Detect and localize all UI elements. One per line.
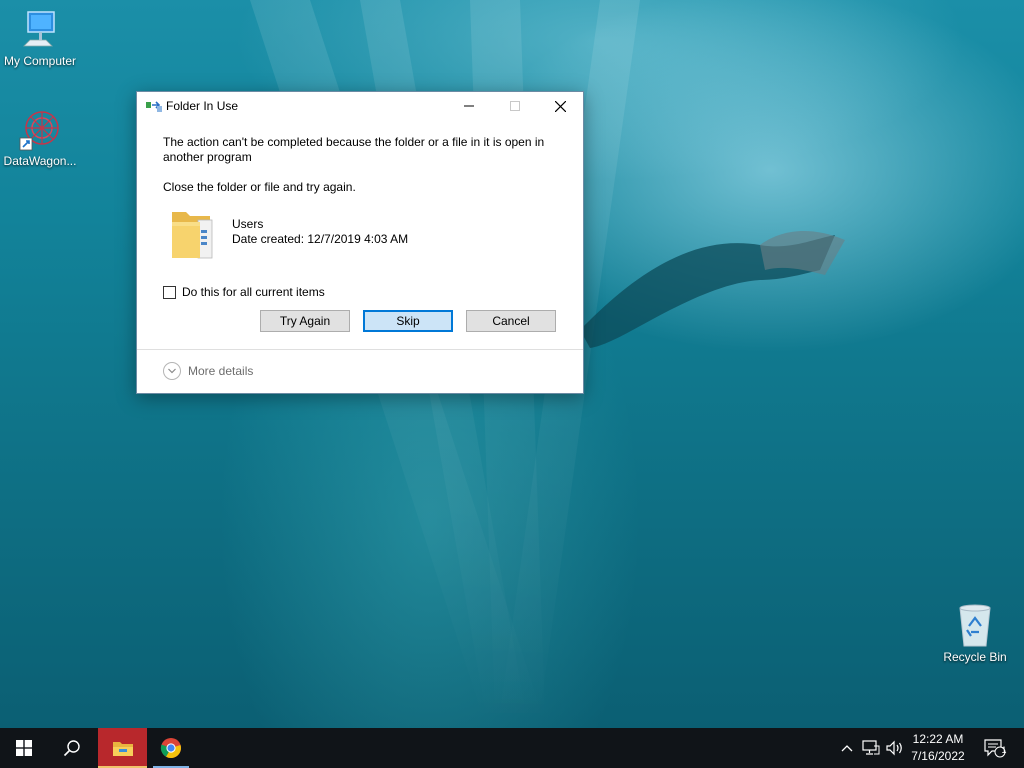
network-button[interactable]: [860, 728, 882, 768]
error-message: The action can't be completed because th…: [163, 135, 545, 164]
dialog-divider: [137, 349, 583, 350]
maximize-button[interactable]: [492, 92, 538, 120]
diver-silhouette: [580, 230, 845, 348]
apply-to-all-checkbox-row[interactable]: Do this for all current items: [163, 285, 325, 299]
recycle-bin-icon: [959, 604, 991, 647]
desktop-icon-recycle-bin[interactable]: Recycle Bin: [935, 602, 1015, 664]
file-explorer-icon: [112, 742, 133, 756]
more-details-toggle[interactable]: More details: [163, 362, 253, 380]
desktop-icon-label: Recycle Bin: [943, 650, 1007, 664]
desktop-icon-label: My Computer: [3, 54, 77, 68]
minimize-icon: [464, 105, 474, 107]
maximize-icon: [510, 101, 520, 111]
monitor-icon: [23, 11, 55, 47]
file-date-created: Date created: 12/7/2019 4:03 AM: [232, 232, 409, 246]
volume-button[interactable]: [884, 728, 906, 768]
datawagon-shortcut-icon: [19, 111, 59, 151]
try-again-button[interactable]: Try Again: [260, 310, 350, 332]
more-details-label: More details: [188, 364, 254, 378]
dialog-title: Folder In Use: [166, 99, 239, 113]
search-button[interactable]: [48, 728, 96, 768]
taskbar-file-explorer[interactable]: [98, 728, 147, 768]
folder-icon: [172, 212, 213, 259]
checkbox-label: Do this for all current items: [182, 285, 325, 299]
close-icon: [554, 100, 566, 112]
cancel-button[interactable]: Cancel: [466, 310, 556, 332]
action-center-button[interactable]: 1: [978, 728, 1012, 768]
network-icon: [862, 740, 880, 755]
desktop-icon-my-computer[interactable]: My Computer: [0, 10, 80, 68]
retry-hint: Close the folder or file and try again.: [163, 180, 356, 194]
dialog-titlebar[interactable]: Folder In Use: [137, 92, 583, 120]
taskbar: 12:22 AM 7/16/2022 1: [0, 728, 1024, 768]
start-button[interactable]: [0, 728, 48, 768]
taskbar-chrome[interactable]: [149, 728, 193, 768]
clock-date: 7/16/2022: [911, 749, 965, 763]
expand-circle-icon: [163, 362, 181, 380]
folder-in-use-dialog: Folder In Use The action can't be comple…: [136, 91, 584, 394]
desktop-icon-datawagon[interactable]: DataWagon...: [0, 108, 80, 168]
chevron-up-icon: [841, 745, 853, 752]
chrome-icon: [160, 738, 181, 759]
skip-button[interactable]: Skip: [363, 310, 453, 332]
apply-to-all-checkbox[interactable]: [163, 285, 176, 299]
speaker-icon: [886, 740, 902, 756]
file-transfer-icon: [146, 101, 162, 112]
chevron-down-icon: [168, 368, 176, 374]
minimize-button[interactable]: [446, 92, 492, 120]
close-button[interactable]: [537, 92, 583, 120]
desktop-icon-label: DataWagon...: [3, 154, 77, 168]
show-hidden-icons-button[interactable]: [838, 728, 856, 768]
windows-logo-icon: [16, 740, 32, 756]
file-name: Users: [232, 217, 264, 231]
search-icon: [63, 740, 80, 757]
clock-time: 12:22 AM: [912, 732, 964, 746]
notification-count: 1: [1001, 745, 1007, 755]
